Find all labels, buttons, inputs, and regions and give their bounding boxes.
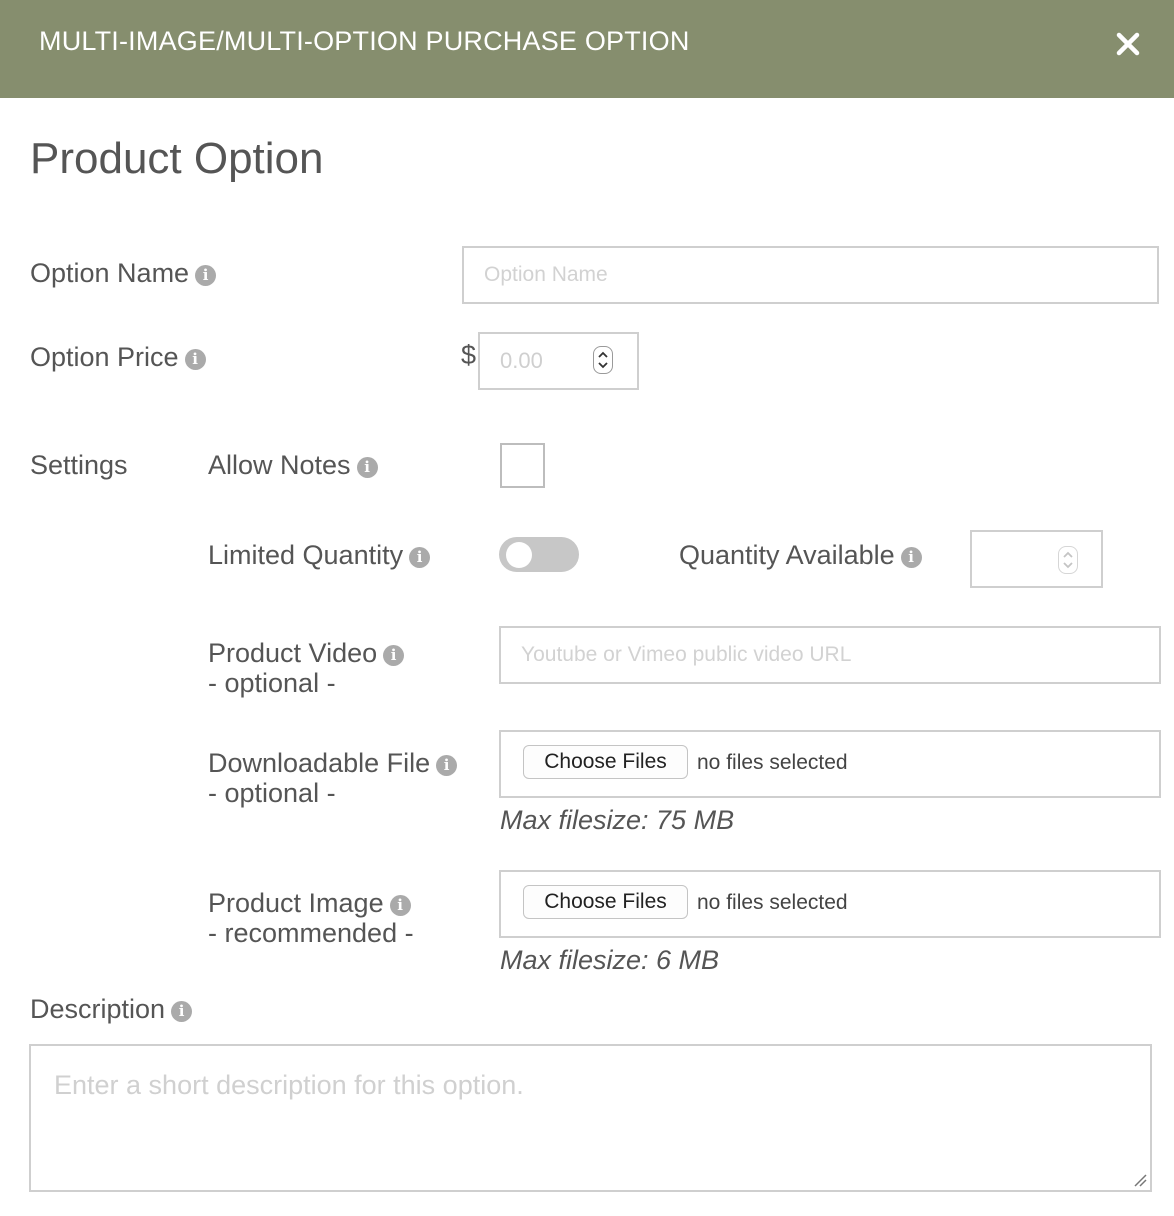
modal-header: MULTI-IMAGE/MULTI-OPTION PURCHASE OPTION [0, 0, 1174, 98]
option-name-label-text: Option Name [30, 258, 190, 288]
choose-files-button[interactable]: Choose Files [523, 885, 688, 919]
option-name-label: Option Name i [30, 258, 217, 288]
description-textarea[interactable]: Enter a short description for this optio… [29, 1044, 1152, 1192]
product-image-input: Choose Files no files selected [499, 870, 1161, 938]
description-label-text: Description [30, 994, 166, 1024]
product-image-label: Product Image i - recommended - [208, 888, 414, 948]
info-icon[interactable]: i [389, 895, 411, 916]
product-video-label-text: Product Video [208, 638, 378, 668]
product-video-sublabel: - optional - [208, 668, 336, 698]
info-icon[interactable]: i [409, 547, 431, 568]
quantity-stepper[interactable] [1058, 546, 1078, 574]
info-icon[interactable]: i [900, 547, 922, 568]
downloadable-file-input: Choose Files no files selected [499, 730, 1161, 798]
allow-notes-label-text: Allow Notes [208, 450, 351, 480]
info-icon[interactable]: i [195, 265, 217, 286]
product-video-url-input[interactable] [499, 626, 1161, 684]
quantity-available-input[interactable] [970, 530, 1103, 588]
option-price-input[interactable]: 0.00 [478, 332, 639, 390]
close-icon[interactable] [1114, 30, 1142, 58]
option-price-placeholder: 0.00 [500, 348, 543, 373]
product-video-label: Product Video i - optional - [208, 638, 405, 698]
description-placeholder: Enter a short description for this optio… [54, 1070, 524, 1100]
info-icon[interactable]: i [356, 457, 378, 478]
settings-label: Settings [30, 450, 128, 480]
description-label: Description i [30, 994, 193, 1024]
price-stepper[interactable] [593, 346, 613, 374]
info-icon[interactable]: i [184, 349, 206, 370]
choose-files-button[interactable]: Choose Files [523, 745, 688, 779]
info-icon[interactable]: i [171, 1001, 193, 1022]
option-price-label-text: Option Price [30, 342, 179, 372]
downloadable-file-label-text: Downloadable File [208, 748, 431, 778]
info-icon[interactable]: i [436, 755, 458, 776]
limited-quantity-toggle[interactable] [499, 537, 579, 572]
quantity-available-label: Quantity Available i [679, 540, 922, 570]
downloadable-file-label: Downloadable File i - optional - [208, 748, 458, 808]
allow-notes-label: Allow Notes i [208, 450, 378, 480]
downloadable-file-sublabel: - optional - [208, 778, 336, 808]
max-filesize-hint: Max filesize: 75 MB [500, 805, 735, 835]
info-icon[interactable]: i [383, 645, 405, 666]
file-status: no files selected [697, 751, 848, 774]
product-image-label-text: Product Image [208, 888, 384, 918]
option-price-label: Option Price i [30, 342, 206, 372]
file-status: no files selected [697, 891, 848, 914]
option-name-input[interactable] [462, 246, 1159, 304]
quantity-available-label-text: Quantity Available [679, 540, 895, 570]
limited-quantity-label: Limited Quantity i [208, 540, 431, 570]
toggle-knob [506, 542, 532, 568]
limited-quantity-label-text: Limited Quantity [208, 540, 404, 570]
allow-notes-checkbox[interactable] [500, 443, 545, 488]
resize-handle-icon[interactable] [1132, 1172, 1148, 1188]
product-image-sublabel: - recommended - [208, 918, 414, 948]
modal-title: MULTI-IMAGE/MULTI-OPTION PURCHASE OPTION [39, 26, 690, 56]
page-title: Product Option [30, 134, 324, 183]
max-filesize-hint: Max filesize: 6 MB [500, 945, 720, 975]
currency-symbol: $ [461, 340, 477, 370]
